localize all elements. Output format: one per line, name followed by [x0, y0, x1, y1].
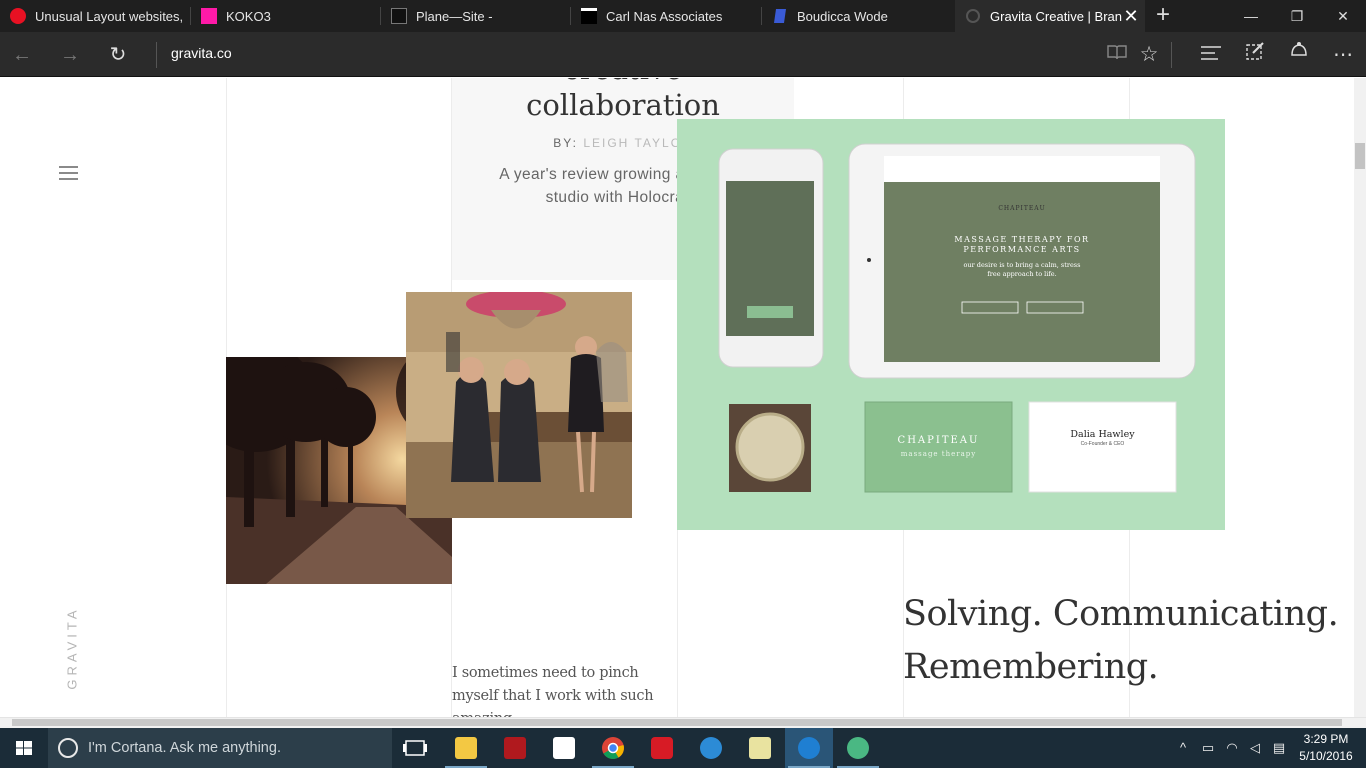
close-window-button[interactable]: ✕ — [1320, 0, 1366, 32]
close-tab-icon[interactable]: ✕ — [1123, 7, 1139, 25]
wifi-icon[interactable]: ◠ — [1221, 728, 1243, 768]
cortana-placeholder: I'm Cortana. Ask me anything. — [88, 740, 281, 756]
file-explorer-app[interactable] — [442, 728, 490, 768]
restore-button[interactable]: ❐ — [1274, 0, 1320, 32]
folder-app[interactable] — [736, 728, 784, 768]
tab-title: Plane—Site - — [416, 8, 493, 24]
start-button[interactable] — [0, 728, 48, 768]
chrome-app[interactable] — [589, 728, 637, 768]
store-app[interactable] — [540, 728, 588, 768]
atom-icon — [847, 737, 869, 759]
tab-title: Boudicca Wode — [797, 8, 888, 24]
koko3-favicon-icon — [201, 8, 217, 24]
opera-favicon-icon — [10, 8, 26, 24]
creative-cloud-app[interactable] — [638, 728, 686, 768]
wedding-group-photo[interactable] — [406, 292, 632, 518]
system-clock[interactable]: 3:29 PM 5/10/2016 — [1296, 731, 1356, 765]
app-blue-icon — [700, 737, 722, 759]
gravita-vertical-brand[interactable]: GRAVITA — [52, 598, 92, 698]
tab-carl-nas[interactable]: Carl Nas Associates — [571, 0, 762, 32]
mockup-person-title: Co-Founder & CEO — [1080, 441, 1125, 447]
yellow-folder-icon — [749, 737, 771, 759]
boudicca-favicon-icon — [772, 8, 788, 24]
article-title-partial: creative — [452, 78, 794, 86]
tab-gravita[interactable]: Gravita Creative | Bran — [955, 0, 1145, 32]
edge-app[interactable] — [785, 728, 833, 768]
more-icon[interactable]: ⋯ — [1329, 41, 1357, 69]
address-bar[interactable]: gravita.co — [171, 45, 232, 61]
tab-boudicca[interactable]: Boudicca Wode — [762, 0, 954, 32]
windows-logo-icon — [16, 741, 32, 755]
tab-title: Unusual Layout websites, — [35, 8, 184, 24]
mockup-card-brand: CHAPITEAU — [897, 435, 980, 446]
mockup-person-name: Dalia Hawley — [1070, 429, 1135, 440]
action-center-icon[interactable]: ▤ — [1268, 728, 1290, 768]
vertical-scrollbar[interactable] — [1354, 78, 1366, 717]
mockup-hero-title: MASSAGE THERAPY FOR PERFORMANCE ARTS — [954, 235, 1090, 254]
new-tab-button[interactable]: + — [1153, 3, 1173, 28]
testimonial-quote: I sometimes need to pinch myself that I … — [452, 665, 654, 717]
atom-app[interactable] — [834, 728, 882, 768]
blue-app[interactable] — [687, 728, 735, 768]
mockup-hero-subtitle: our desire is to bring a calm, stress fr… — [963, 261, 1081, 278]
favorite-star-icon[interactable]: ☆ — [1135, 41, 1163, 69]
edge-icon — [798, 737, 820, 759]
creative-cloud-icon — [651, 737, 673, 759]
app-red-icon — [504, 737, 526, 759]
tab-plane-site[interactable]: Plane—Site - — [381, 0, 571, 32]
mockup-card-subtitle: massage therapy — [900, 450, 977, 458]
mockup-tablet-brand: CHAPITEAU — [998, 205, 1046, 212]
share-icon[interactable] — [1285, 41, 1313, 69]
chrome-icon — [602, 737, 624, 759]
cortana-icon — [58, 738, 78, 758]
cortana-search-box[interactable]: I'm Cortana. Ask me anything. — [48, 728, 392, 768]
red-app[interactable] — [491, 728, 539, 768]
store-bag-icon — [553, 737, 575, 759]
reading-view-icon[interactable] — [1103, 41, 1131, 69]
horizontal-scroll-thumb[interactable] — [12, 719, 1342, 726]
headline: Solving. Communicating. Remembering. — [903, 594, 1339, 687]
gravita-favicon-icon — [965, 8, 981, 24]
hub-icon[interactable] — [1197, 41, 1225, 69]
back-button[interactable]: ← — [7, 40, 37, 70]
tab-koko3[interactable]: KOKO3 — [191, 0, 381, 32]
web-note-icon[interactable] — [1241, 41, 1269, 69]
vertical-scroll-thumb[interactable] — [1355, 143, 1365, 169]
volume-muted-icon[interactable]: ◁ — [1244, 728, 1266, 768]
show-hidden-icons-chevron-icon[interactable]: ^ — [1173, 728, 1193, 768]
tab-unusual-layout[interactable]: Unusual Layout websites, — [0, 0, 191, 32]
battery-icon[interactable]: ▭ — [1197, 728, 1219, 768]
tab-title: Gravita Creative | Bran — [990, 8, 1122, 24]
tab-title: Carl Nas Associates — [606, 8, 723, 24]
minimize-button[interactable]: — — [1228, 0, 1274, 32]
web-page-viewport: GRAVITA creative collaboration BY: LEIGH… — [0, 78, 1366, 717]
carl-nas-favicon-icon — [581, 8, 597, 24]
browser-navigation-bar: ← → ↻ gravita.co ☆ ⋯ — [0, 32, 1366, 77]
chapiteau-branding-mockup[interactable]: MASSAGE THERAPY FOR PERFORMANCE ARTS our… — [677, 119, 1225, 530]
plane-site-favicon-icon — [391, 8, 407, 24]
tab-title: KOKO3 — [226, 8, 271, 24]
forward-button[interactable]: → — [55, 40, 85, 70]
browser-tab-strip: Unusual Layout websites, KOKO3 Plane—Sit… — [0, 0, 1366, 32]
windows-taskbar: I'm Cortana. Ask me anything. ^ ▭ ◠ ◁ ▤ … — [0, 728, 1366, 768]
article-title: collaboration — [526, 88, 720, 122]
clock-time: 3:29 PM — [1303, 732, 1349, 746]
task-view-button[interactable] — [392, 728, 440, 768]
menu-hamburger-icon[interactable] — [59, 166, 78, 180]
refresh-button[interactable]: ↻ — [103, 40, 133, 70]
clock-date: 5/10/2016 — [1299, 749, 1353, 763]
folder-icon — [455, 737, 477, 759]
